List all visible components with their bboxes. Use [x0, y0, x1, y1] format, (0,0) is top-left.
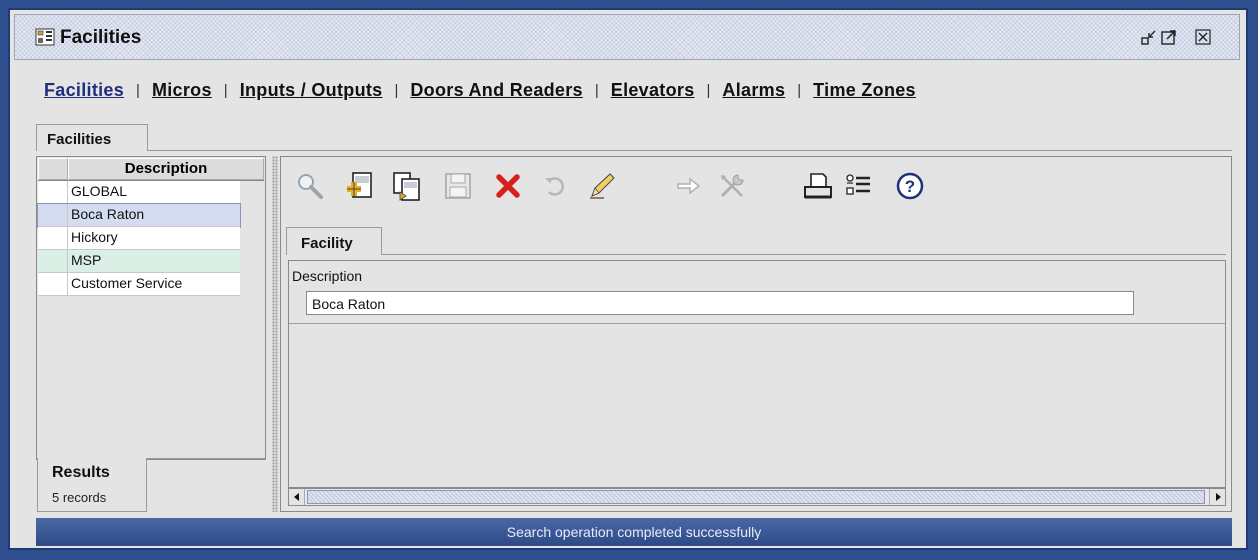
- nav-elevators[interactable]: Elevators: [611, 80, 695, 101]
- tab-facility[interactable]: Facility: [286, 227, 382, 255]
- tools-icon[interactable]: [716, 170, 748, 202]
- nav-separator: |: [797, 81, 802, 99]
- records-list: Description GLOBAL Boca Raton Hickory MS…: [36, 156, 266, 460]
- list-cell: Boca Raton: [68, 204, 240, 226]
- nav-facilities[interactable]: Facilities: [44, 80, 124, 101]
- list-header: Description: [38, 158, 264, 181]
- help-icon[interactable]: ?: [894, 170, 926, 202]
- scroll-right-button[interactable]: [1209, 489, 1225, 505]
- nav-alarms[interactable]: Alarms: [722, 80, 785, 101]
- minimize-icon[interactable]: [1141, 29, 1157, 45]
- list-row-boca-raton[interactable]: Boca Raton: [37, 203, 241, 228]
- list-row-msp[interactable]: MSP: [38, 250, 240, 273]
- list-cell: MSP: [68, 250, 240, 272]
- nav-separator: |: [223, 81, 228, 99]
- row-header: [38, 204, 68, 226]
- save-icon[interactable]: [442, 170, 474, 202]
- delete-icon[interactable]: [492, 170, 524, 202]
- tab-facilities[interactable]: Facilities: [36, 124, 148, 151]
- list-row-global[interactable]: GLOBAL: [38, 181, 240, 204]
- horizontal-scrollbar[interactable]: [288, 488, 1226, 506]
- panel-splitter[interactable]: [272, 156, 278, 512]
- list-cell: Customer Service: [68, 273, 240, 295]
- nav-time-zones[interactable]: Time Zones: [813, 80, 916, 101]
- facility-tab-line: [286, 254, 1226, 255]
- records-count: 5 records: [52, 490, 107, 505]
- tab-strip-line: [36, 150, 1232, 151]
- add-record-icon[interactable]: [344, 170, 376, 202]
- description-label: Description: [292, 268, 363, 284]
- search-icon[interactable]: [294, 170, 326, 202]
- list-header-corner: [38, 158, 68, 180]
- nav-separator: |: [706, 81, 711, 99]
- row-header: [38, 273, 68, 295]
- window-title: Facilities: [60, 27, 142, 48]
- svg-text:?: ?: [905, 177, 915, 196]
- nav-inputs-outputs[interactable]: Inputs / Outputs: [240, 80, 383, 101]
- list-cell: Hickory: [68, 227, 240, 249]
- results-label: Results: [52, 464, 110, 481]
- nav-separator: |: [594, 81, 599, 99]
- tab-results[interactable]: Results 5 records: [37, 458, 147, 512]
- module-nav: Facilities | Micros | Inputs / Outputs |…: [44, 77, 916, 103]
- forward-arrow-icon[interactable]: [672, 170, 704, 202]
- description-field[interactable]: Boca Raton: [306, 291, 1134, 315]
- status-message: Search operation completed successfully: [506, 524, 762, 540]
- nav-micros[interactable]: Micros: [152, 80, 212, 101]
- scroll-left-button[interactable]: [289, 489, 305, 505]
- tab-facilities-label: Facilities: [47, 131, 112, 148]
- list-row-hickory[interactable]: Hickory: [38, 227, 240, 250]
- row-header: [38, 250, 68, 272]
- row-header: [38, 227, 68, 249]
- title-bar[interactable]: Facilities: [14, 14, 1240, 60]
- list-options-icon[interactable]: [842, 170, 874, 202]
- undo-icon[interactable]: [540, 170, 572, 202]
- copy-record-icon[interactable]: [390, 170, 422, 202]
- list-cell: GLOBAL: [68, 181, 240, 203]
- column-header-description[interactable]: Description: [68, 158, 264, 180]
- row-header: [38, 181, 68, 203]
- print-icon[interactable]: [802, 170, 834, 202]
- arrow-left-icon: [294, 493, 299, 501]
- tab-facility-label: Facility: [301, 235, 353, 252]
- list-row-customer-service[interactable]: Customer Service: [38, 273, 240, 296]
- nav-doors-and-readers[interactable]: Doors And Readers: [410, 80, 582, 101]
- status-bar: Search operation completed successfully: [36, 518, 1232, 546]
- close-icon[interactable]: [1195, 29, 1211, 45]
- nav-separator: |: [136, 81, 140, 99]
- arrow-right-icon: [1216, 493, 1221, 501]
- edit-pencil-icon[interactable]: [586, 170, 618, 202]
- maximize-icon[interactable]: [1161, 29, 1177, 45]
- nav-separator: |: [394, 81, 399, 99]
- scroll-thumb[interactable]: [307, 490, 1205, 504]
- building-grid-icon: [35, 28, 55, 46]
